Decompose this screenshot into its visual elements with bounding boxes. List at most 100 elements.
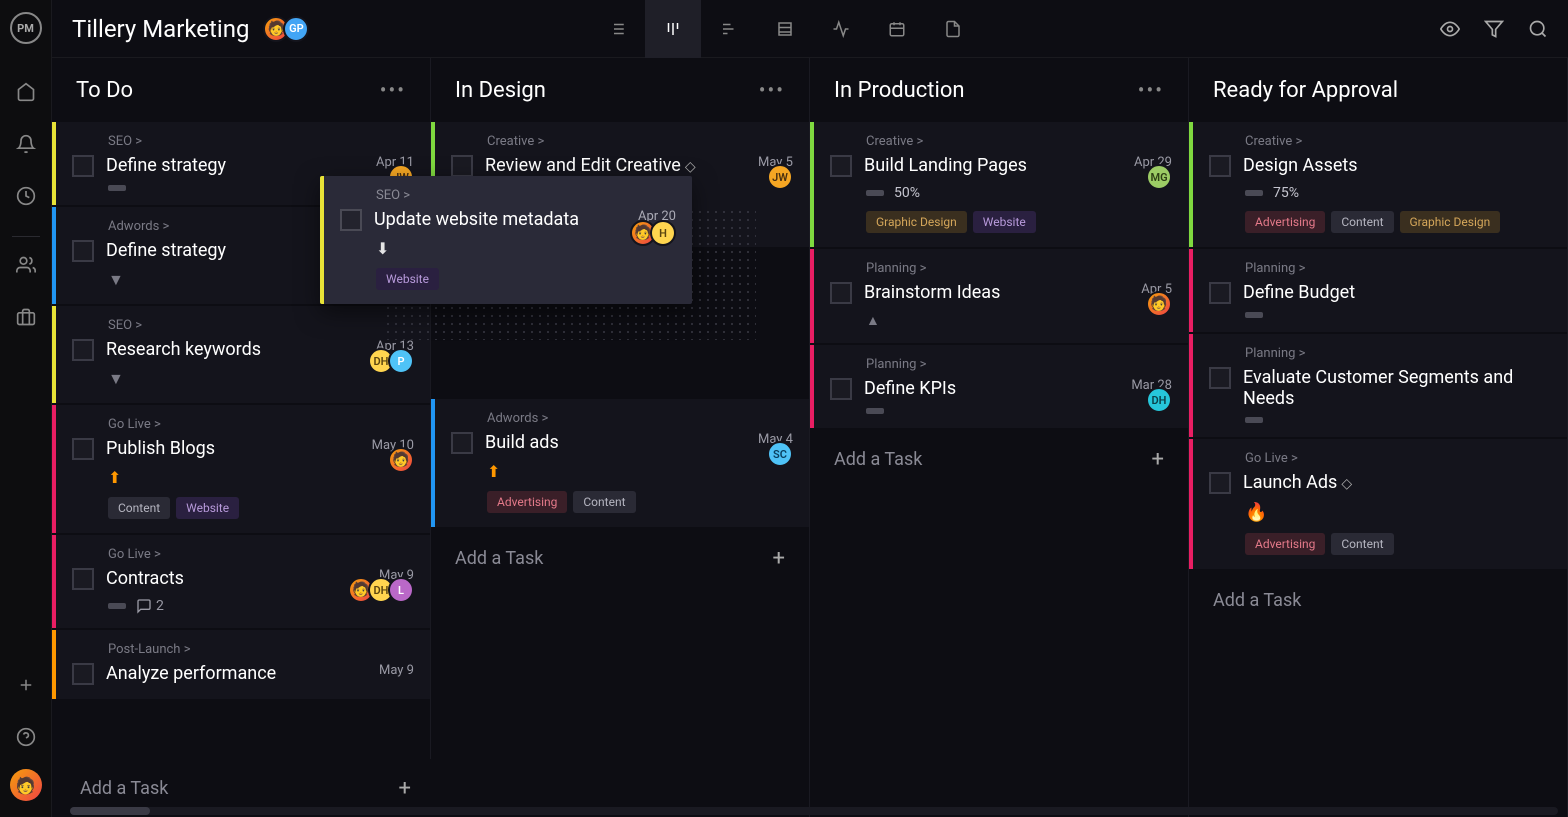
view-list-icon[interactable] (589, 0, 645, 58)
task-checkbox[interactable] (340, 209, 362, 231)
task-category[interactable]: Creative > (866, 134, 1172, 149)
app-logo[interactable]: PM (10, 12, 42, 44)
task-card[interactable]: Post-Launch >Analyze performanceMay 9 (52, 630, 430, 699)
task-assignees[interactable]: 🧑 (388, 447, 414, 473)
add-task-button[interactable]: Add a Task+ (431, 529, 809, 587)
task-assignees[interactable]: 🧑 H (630, 220, 676, 246)
task-checkbox[interactable] (830, 282, 852, 304)
view-files-icon[interactable] (925, 0, 981, 58)
task-checkbox[interactable] (72, 438, 94, 460)
task-checkbox[interactable] (1209, 367, 1231, 389)
task-card[interactable]: Go Live >Launch Ads◇🔥AdvertisingContent (1189, 439, 1567, 569)
task-category[interactable]: Planning > (1245, 346, 1551, 361)
task-assignees[interactable]: MG (1146, 164, 1172, 190)
task-card[interactable]: Planning >Define KPIsMar 28DH (810, 345, 1188, 428)
task-category[interactable]: SEO > (108, 134, 414, 149)
task-card[interactable]: SEO >Research keywordsApr 13▼DHP (52, 306, 430, 403)
view-sheet-icon[interactable] (757, 0, 813, 58)
tag[interactable]: Graphic Design (1400, 211, 1501, 233)
add-icon[interactable] (6, 665, 46, 705)
tag[interactable]: Website (376, 268, 439, 290)
task-checkbox[interactable] (451, 155, 473, 177)
task-assignees[interactable]: DHP (368, 348, 414, 374)
task-title: Evaluate Customer Segments and Needs (1243, 367, 1551, 409)
task-card[interactable]: Adwords >Build adsMay 4⬆SCAdvertisingCon… (431, 399, 809, 527)
help-icon[interactable] (6, 717, 46, 757)
task-assignees[interactable]: 🧑DHL (348, 577, 414, 603)
column-menu-icon[interactable]: ••• (1138, 78, 1164, 102)
comments-count[interactable]: 2 (136, 598, 164, 614)
task-checkbox[interactable] (72, 339, 94, 361)
task-category[interactable]: Creative > (487, 134, 793, 149)
task-category[interactable]: Go Live > (1245, 451, 1551, 466)
task-category[interactable]: Post-Launch > (108, 642, 414, 657)
task-assignees[interactable]: SC (767, 441, 793, 467)
task-card[interactable]: Planning >Brainstorm IdeasApr 5▲🧑 (810, 249, 1188, 343)
task-checkbox[interactable] (830, 155, 852, 177)
task-card[interactable]: Creative >Build Landing PagesApr 2950%MG… (810, 122, 1188, 247)
task-checkbox[interactable] (1209, 155, 1231, 177)
task-card[interactable]: Planning >Define Budget (1189, 249, 1567, 332)
people-icon[interactable] (6, 245, 46, 285)
task-card[interactable]: Go Live >Publish BlogsMay 10⬆🧑ContentWeb… (52, 405, 430, 533)
notifications-icon[interactable] (6, 124, 46, 164)
tag[interactable]: Advertising (487, 491, 567, 513)
view-gantt-icon[interactable] (701, 0, 757, 58)
add-task-button[interactable]: Add a Task+ (810, 430, 1188, 488)
task-checkbox[interactable] (451, 432, 473, 454)
view-calendar-icon[interactable] (869, 0, 925, 58)
task-tags: Advertising Content (487, 491, 793, 513)
current-user-avatar[interactable]: 🧑 (10, 769, 42, 801)
task-category[interactable]: Planning > (866, 261, 1172, 276)
task-checkbox[interactable] (830, 378, 852, 400)
add-task-button[interactable]: Add a Task+ (1189, 571, 1567, 629)
column-menu-icon[interactable]: ••• (380, 78, 406, 102)
briefcase-icon[interactable] (6, 297, 46, 337)
tag[interactable]: Graphic Design (866, 211, 967, 233)
task-category[interactable]: SEO > (108, 318, 414, 333)
task-category[interactable]: Adwords > (487, 411, 793, 426)
task-card[interactable]: Planning > Evaluate Customer Segments and… (1189, 334, 1567, 437)
column-menu-icon[interactable]: ••• (759, 78, 785, 102)
task-category[interactable]: Go Live > (108, 417, 414, 432)
task-checkbox[interactable] (72, 240, 94, 262)
tag[interactable]: Content (1331, 533, 1393, 555)
search-icon[interactable] (1528, 19, 1548, 39)
tag[interactable]: Content (1331, 211, 1393, 233)
tag[interactable]: Advertising (1245, 533, 1325, 555)
task-category[interactable]: Creative > (1245, 134, 1551, 149)
task-meta: ⬆ (487, 462, 793, 481)
tag[interactable]: Content (573, 491, 635, 513)
project-members[interactable]: 🧑 GP (263, 16, 309, 42)
dragging-task-card[interactable]: SEO > Update website metadata Apr 20 ⬇ 🧑… (320, 176, 692, 304)
task-assignees[interactable]: JW (767, 164, 793, 190)
horizontal-scrollbar[interactable] (70, 807, 1558, 815)
progress-bar (108, 185, 126, 191)
task-checkbox[interactable] (72, 663, 94, 685)
task-category[interactable]: Go Live > (108, 547, 414, 562)
visibility-icon[interactable] (1440, 19, 1460, 39)
task-checkbox[interactable] (1209, 282, 1231, 304)
home-icon[interactable] (6, 72, 46, 112)
recent-icon[interactable] (6, 176, 46, 216)
scrollbar-thumb[interactable] (70, 807, 150, 815)
task-checkbox[interactable] (72, 568, 94, 590)
task-category[interactable]: Planning > (866, 357, 1172, 372)
task-checkbox[interactable] (72, 155, 94, 177)
view-activity-icon[interactable] (813, 0, 869, 58)
tag[interactable]: Website (176, 497, 239, 519)
tag[interactable]: Website (973, 211, 1036, 233)
task-assignees[interactable]: DH (1146, 387, 1172, 413)
task-card[interactable]: Go Live >ContractsMay 9 2🧑DHL (52, 535, 430, 628)
view-board-icon[interactable] (645, 0, 701, 58)
task-assignees[interactable]: 🧑 (1146, 291, 1172, 317)
filter-icon[interactable] (1484, 19, 1504, 39)
task-meta: 🔥 (1245, 502, 1551, 523)
progress-bar (866, 190, 884, 196)
tag[interactable]: Content (108, 497, 170, 519)
task-checkbox[interactable] (1209, 472, 1231, 494)
task-category[interactable]: Planning > (1245, 261, 1551, 276)
tag[interactable]: Advertising (1245, 211, 1325, 233)
project-title[interactable]: Tillery Marketing (72, 15, 249, 43)
task-card[interactable]: Creative >Design Assets75%AdvertisingCon… (1189, 122, 1567, 247)
